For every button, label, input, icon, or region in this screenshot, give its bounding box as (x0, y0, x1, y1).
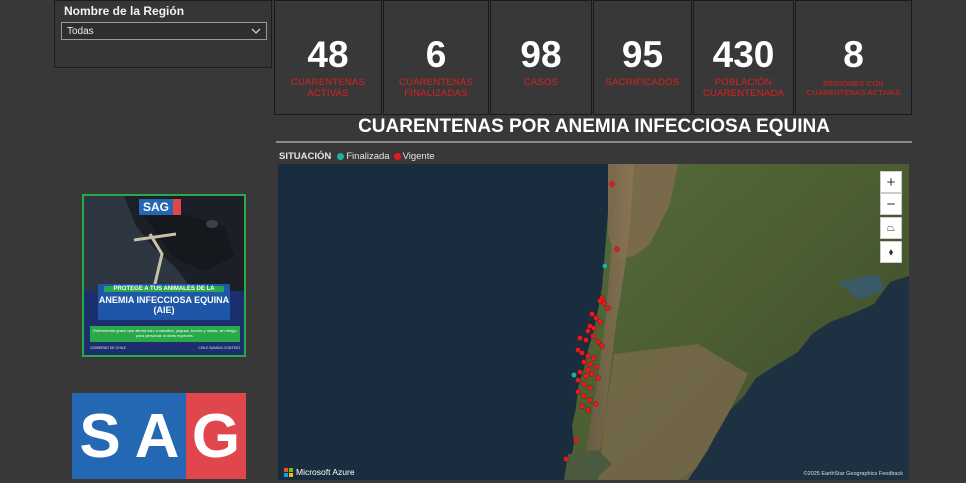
marker-vigente[interactable] (593, 315, 599, 321)
marker-vigente[interactable] (583, 337, 589, 343)
map-legend: SITUACIÓN Finalizada Vigente (279, 150, 439, 162)
marker-vigente[interactable] (591, 355, 597, 361)
marker-vigente[interactable] (579, 350, 585, 356)
region-dropdown-value: Todas (67, 26, 94, 37)
quarantine-points-layer (563, 181, 620, 462)
marker-finalizada[interactable] (571, 372, 577, 378)
kpi-value: 98 (520, 34, 562, 75)
kpi-card-sacrificados: 95 SACRIFICADOS (593, 0, 692, 115)
map-provider-label: Microsoft Azure (296, 467, 355, 477)
kpi-card-casos: 98 CASOS (490, 0, 592, 115)
marker-finalizada[interactable] (602, 263, 608, 269)
kpi-value: 430 (712, 34, 775, 75)
marker-vigente[interactable] (595, 375, 601, 381)
marker-vigente[interactable] (599, 343, 605, 349)
kpi-value: 8 (843, 34, 864, 75)
kpi-label: CASOS (523, 77, 559, 88)
marker-vigente[interactable] (595, 339, 601, 345)
kpi-label: CUARENTENAS FINALIZADAS (399, 77, 473, 99)
marker-vigente[interactable] (573, 437, 579, 443)
marker-vigente[interactable] (577, 335, 583, 341)
marker-vigente[interactable] (581, 381, 587, 387)
marker-vigente[interactable] (609, 181, 615, 187)
marker-vigente[interactable] (575, 377, 581, 383)
poster-footer: GOBIERNO DE CHILE CHILE AVANZA CONTIGO (90, 346, 240, 350)
legend-label: Vigente (402, 150, 435, 162)
zoom-out-button[interactable]: − (880, 193, 902, 215)
zoom-in-button[interactable]: + (880, 171, 902, 193)
poster-brand-accent (173, 199, 182, 215)
marker-vigente[interactable] (563, 456, 569, 462)
marker-vigente[interactable] (587, 397, 593, 403)
kpi-card-cuarentenas-activas: 48 CUARENTENAS ACTIVAS (274, 0, 382, 115)
marker-vigente[interactable] (585, 328, 591, 334)
marker-vigente[interactable] (581, 393, 587, 399)
quarantine-map[interactable]: + − ⏢ ⬧ Microsoft Azure ©2025 EarthStar … (278, 164, 909, 480)
chevron-down-icon (251, 28, 261, 34)
marker-vigente[interactable] (605, 305, 611, 311)
legend-item-finalizada[interactable]: Finalizada (337, 150, 390, 162)
marker-vigente[interactable] (583, 373, 589, 379)
legend-item-vigente[interactable]: Vigente (393, 150, 435, 162)
kpi-value: 95 (621, 34, 664, 75)
compass-button[interactable]: ⬧ (880, 241, 902, 263)
kpi-card-regiones-activas: 8 REGIONES CON CUARENTENAS ACTIVAS (795, 0, 912, 115)
poster-footer-left: GOBIERNO DE CHILE (90, 346, 126, 350)
marker-vigente[interactable] (577, 369, 583, 375)
marker-vigente[interactable] (593, 364, 599, 370)
marker-vigente[interactable] (581, 359, 587, 365)
marker-vigente[interactable] (579, 403, 585, 409)
marker-vigente[interactable] (589, 311, 595, 317)
kpi-value: 48 (307, 34, 349, 75)
tilt-button[interactable]: ⏢ (880, 217, 902, 239)
poster-footer-right: CHILE AVANZA CONTIGO (198, 346, 240, 350)
marker-vigente[interactable] (593, 401, 599, 407)
legend-dot-vigente (393, 152, 401, 160)
region-filter-panel: Nombre de la Región Todas (54, 0, 272, 68)
aie-campaign-poster: SAG PROTEGE A TUS ANIMALES DE LA ANEMIA … (82, 194, 246, 357)
map-provider: Microsoft Azure (284, 467, 355, 477)
marker-vigente[interactable] (587, 361, 593, 367)
region-filter-label: Nombre de la Región (64, 4, 185, 18)
marker-vigente[interactable] (591, 325, 597, 331)
poster-brand: SAG (139, 199, 174, 215)
kpi-label: CUARENTENAS ACTIVAS (291, 77, 365, 99)
marker-vigente[interactable] (585, 353, 591, 359)
sag-logo: S A G (72, 393, 246, 479)
poster-sag-logo: SAG (139, 199, 183, 215)
marker-vigente[interactable] (597, 319, 603, 325)
kpi-card-poblacion-cuarentenada: 430 POBLACIÓN CUARENTENADA (693, 0, 794, 115)
marker-vigente[interactable] (614, 246, 620, 252)
marker-vigente[interactable] (587, 385, 593, 391)
marker-vigente[interactable] (601, 300, 607, 306)
marker-vigente[interactable] (590, 333, 596, 339)
sag-logo-letter-s: S (72, 393, 128, 479)
legend-dot-finalizada (337, 152, 345, 160)
legend-title: SITUACIÓN (279, 150, 332, 162)
marker-vigente[interactable] (585, 407, 591, 413)
marker-vigente[interactable] (589, 371, 595, 377)
kpi-label: SACRIFICADOS (605, 77, 680, 88)
kpi-label: POBLACIÓN CUARENTENADA (702, 77, 785, 99)
map-section-title: CUARENTENAS POR ANEMIA INFECCIOSA EQUINA (358, 116, 830, 137)
legend-label: Finalizada (346, 150, 390, 162)
region-dropdown[interactable]: Todas (61, 22, 267, 40)
poster-tagline: PROTEGE A TUS ANIMALES DE LA (104, 286, 224, 292)
marker-vigente[interactable] (585, 367, 591, 373)
kpi-label: REGIONES CON CUARENTENAS ACTIVAS (806, 79, 901, 97)
microsoft-logo-icon (284, 467, 293, 477)
poster-headline: ANEMIA INFECCIOSA EQUINA (AIE) (98, 295, 230, 315)
map-attribution[interactable]: ©2025 EarthStar Geographics Feedback (804, 471, 903, 477)
poster-body-text: Enfermedad grave que afecta solo a cabal… (90, 326, 240, 342)
sag-logo-letter-a: A (128, 393, 186, 479)
marker-vigente[interactable] (575, 389, 581, 395)
kpi-card-cuarentenas-finalizadas: 6 CUARENTENAS FINALIZADAS (383, 0, 489, 115)
title-divider (276, 141, 912, 143)
sag-logo-letter-g: G (186, 393, 246, 479)
kpi-value: 6 (425, 34, 447, 75)
